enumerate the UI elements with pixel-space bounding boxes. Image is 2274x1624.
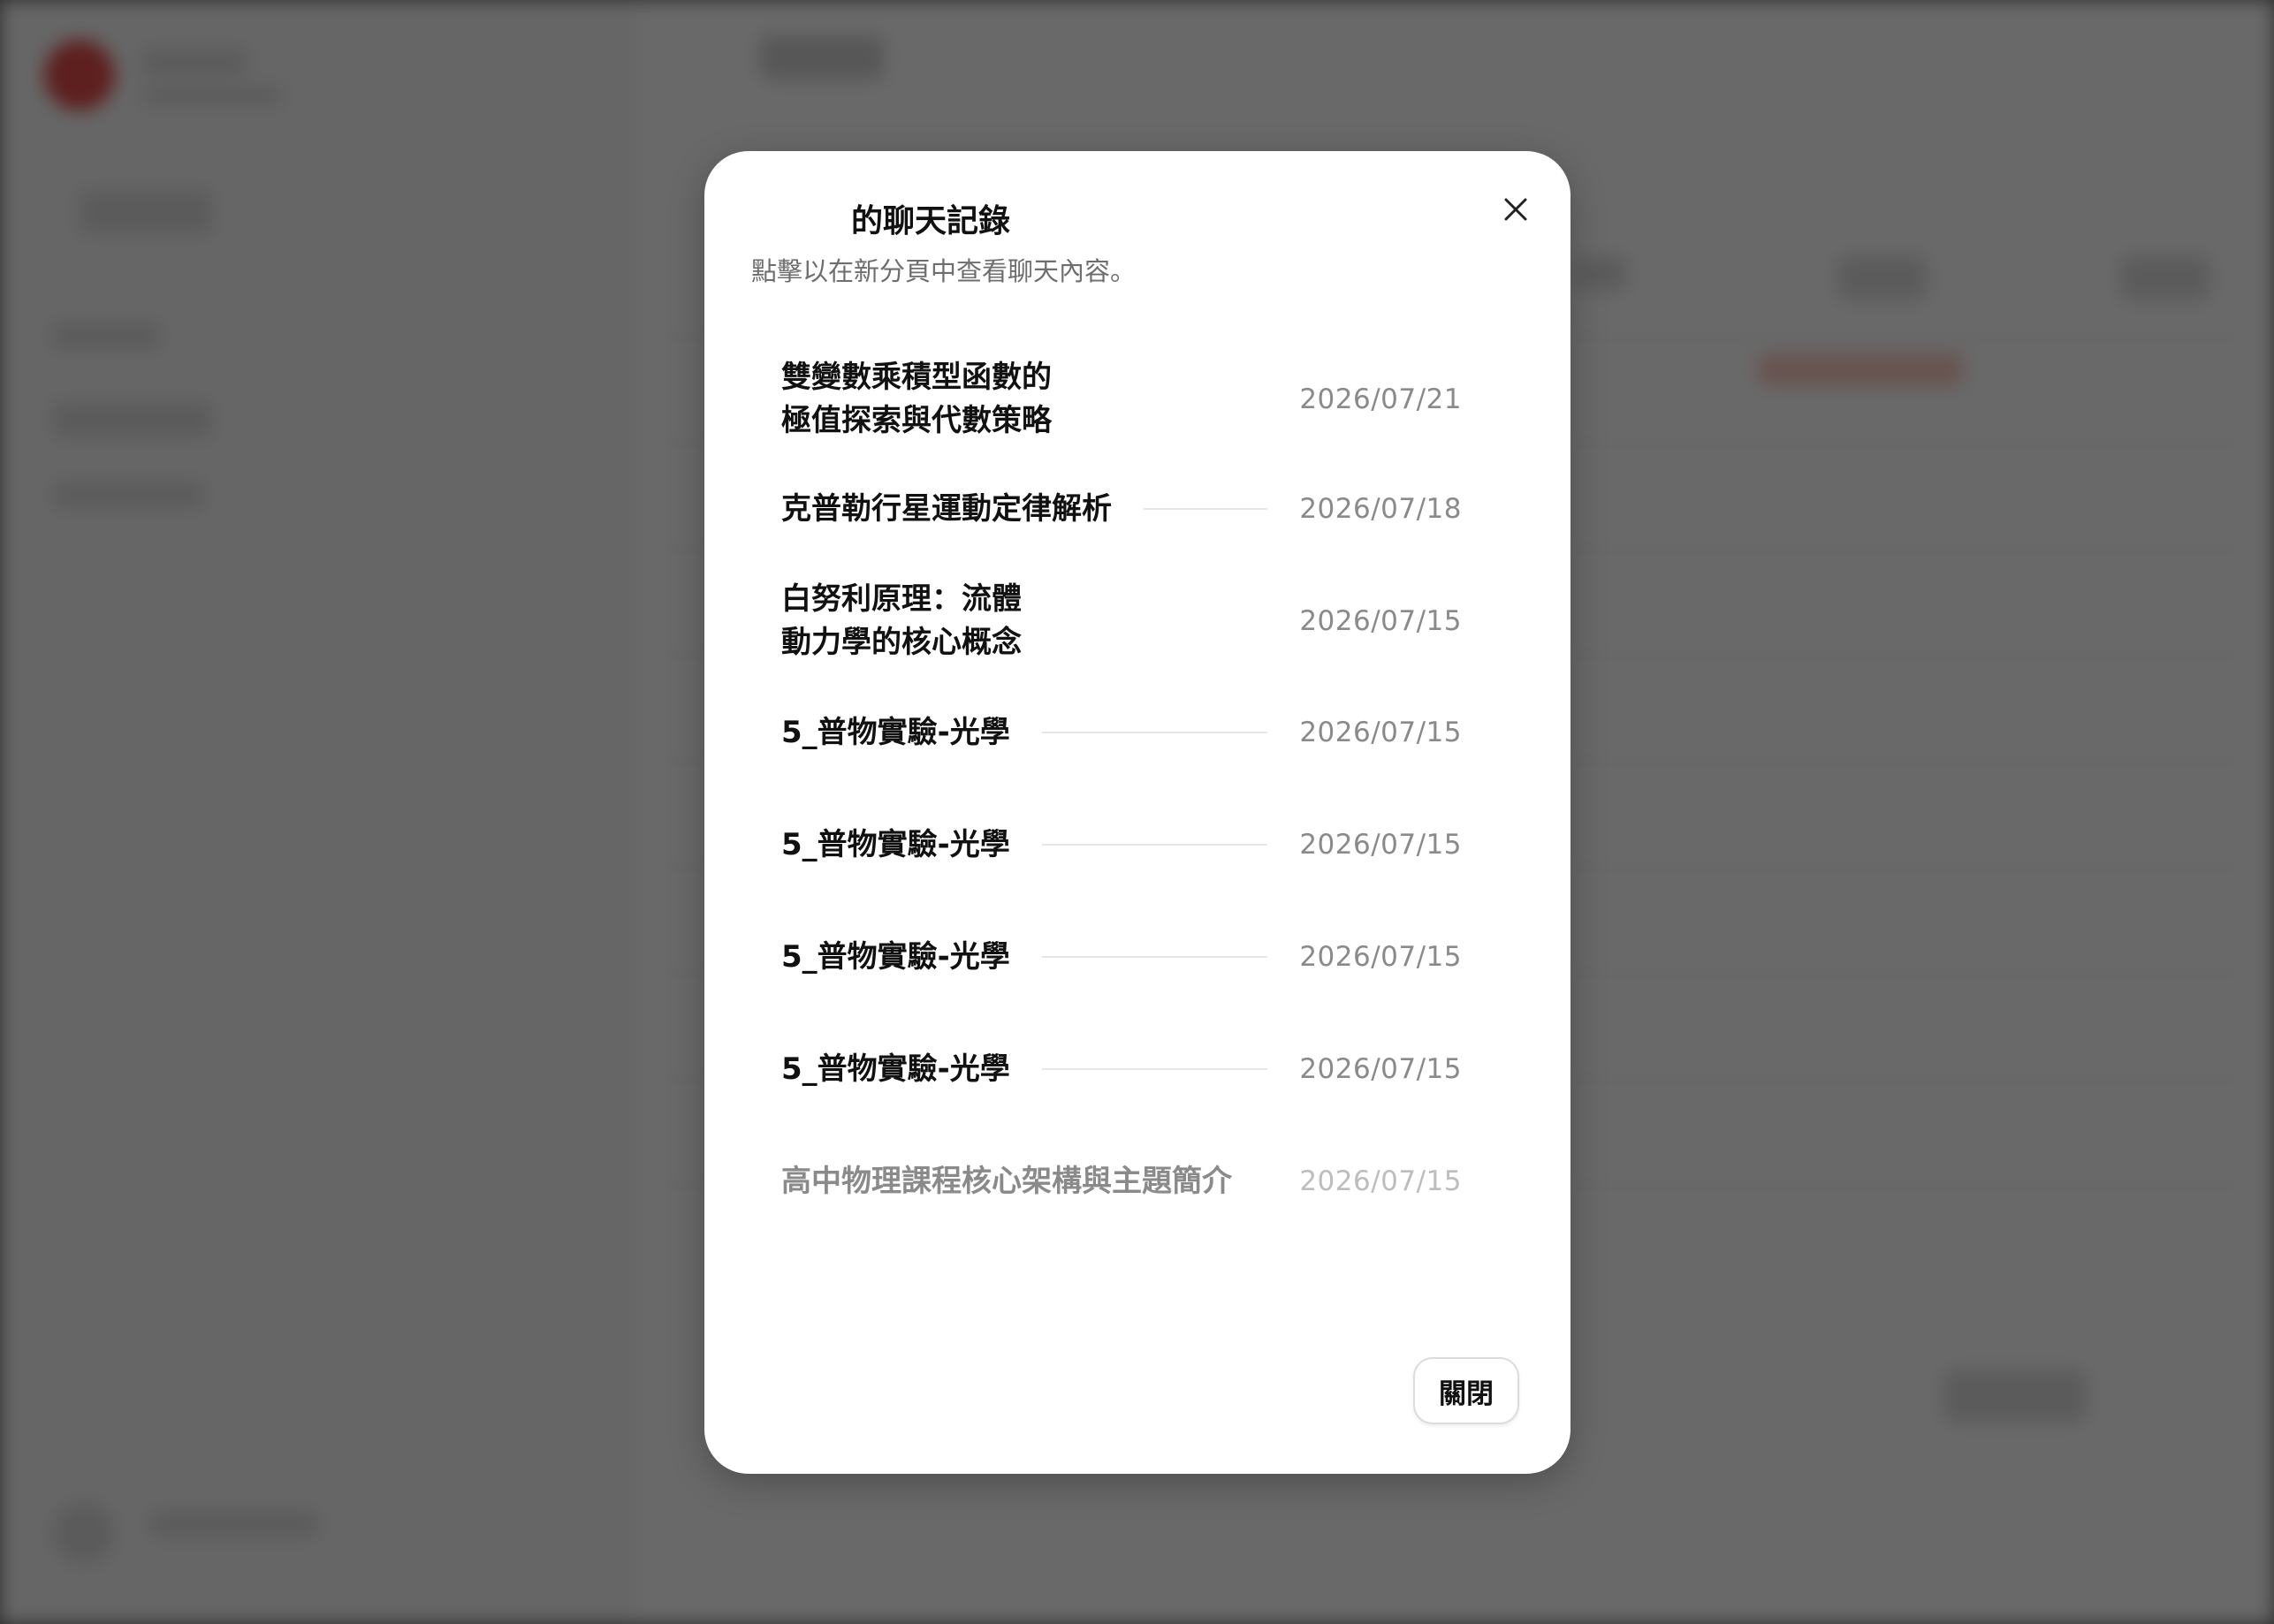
chat-history-modal: 的聊天記錄 點擊以在新分頁中查看聊天內容。 雙變數乘積型函數的 極值探索與代數策… [704,151,1571,1474]
chat-history-item[interactable]: 5_普物實驗-光學 2026/07/15 [781,822,1462,868]
chat-date: 2026/07/15 [1299,941,1462,973]
row-divider-line [1041,844,1268,846]
close-icon[interactable] [1496,190,1535,229]
chat-history-item[interactable]: 5_普物實驗-光學 2026/07/15 [781,934,1462,980]
chat-title: 雙變數乘積型函數的 極值探索與代數策略 [781,360,1052,438]
row-divider-line [1144,508,1268,510]
chat-title: 5_普物實驗-光學 [781,938,1010,975]
row-divider-line [1041,1068,1268,1070]
row-divider-line [1041,732,1268,733]
chat-title: 5_普物實驗-光學 [781,1051,1010,1087]
chat-history-item[interactable]: 白努利原理：流體 動力學的核心概念 2026/07/15 [781,576,1462,666]
chat-history-item[interactable]: 高中物理課程核心架構與主題簡介 2026/07/15 [781,1158,1462,1204]
chat-date: 2026/07/15 [1299,605,1462,637]
chat-title: 白努利原理：流體 動力學的核心概念 [781,581,1022,660]
close-icon-glyph [1504,198,1527,221]
chat-history-item[interactable]: 克普勒行星運動定律解析 2026/07/18 [781,486,1462,532]
close-button[interactable]: 關閉 [1413,1357,1519,1424]
chat-history-item[interactable]: 5_普物實驗-光學 2026/07/15 [781,1046,1462,1092]
modal-subtitle: 點擊以在新分頁中查看聊天內容。 [751,256,1137,286]
chat-title: 高中物理課程核心架構與主題簡介 [781,1163,1232,1199]
chat-date: 2026/07/21 [1299,383,1462,415]
chat-date: 2026/07/15 [1299,1053,1462,1085]
chat-history-item[interactable]: 雙變數乘積型函數的 極值探索與代數策略 2026/07/21 [781,354,1462,444]
chat-title: 5_普物實驗-光學 [781,714,1010,750]
chat-history-item[interactable]: 5_普物實驗-光學 2026/07/15 [781,710,1462,755]
chat-title: 5_普物實驗-光學 [781,826,1010,862]
chat-title: 克普勒行星運動定律解析 [781,490,1112,527]
chat-date: 2026/07/15 [1299,1165,1462,1197]
chat-date: 2026/07/15 [1299,717,1462,748]
row-divider-line [1041,956,1268,958]
chat-history-list: 雙變數乘積型函數的 極值探索與代數策略 2026/07/21 克普勒行星運動定律… [781,354,1462,1204]
modal-title: 的聊天記錄 [851,203,1011,239]
chat-date: 2026/07/15 [1299,829,1462,861]
row-divider-line [1264,1180,1267,1182]
chat-date: 2026/07/18 [1299,493,1462,525]
